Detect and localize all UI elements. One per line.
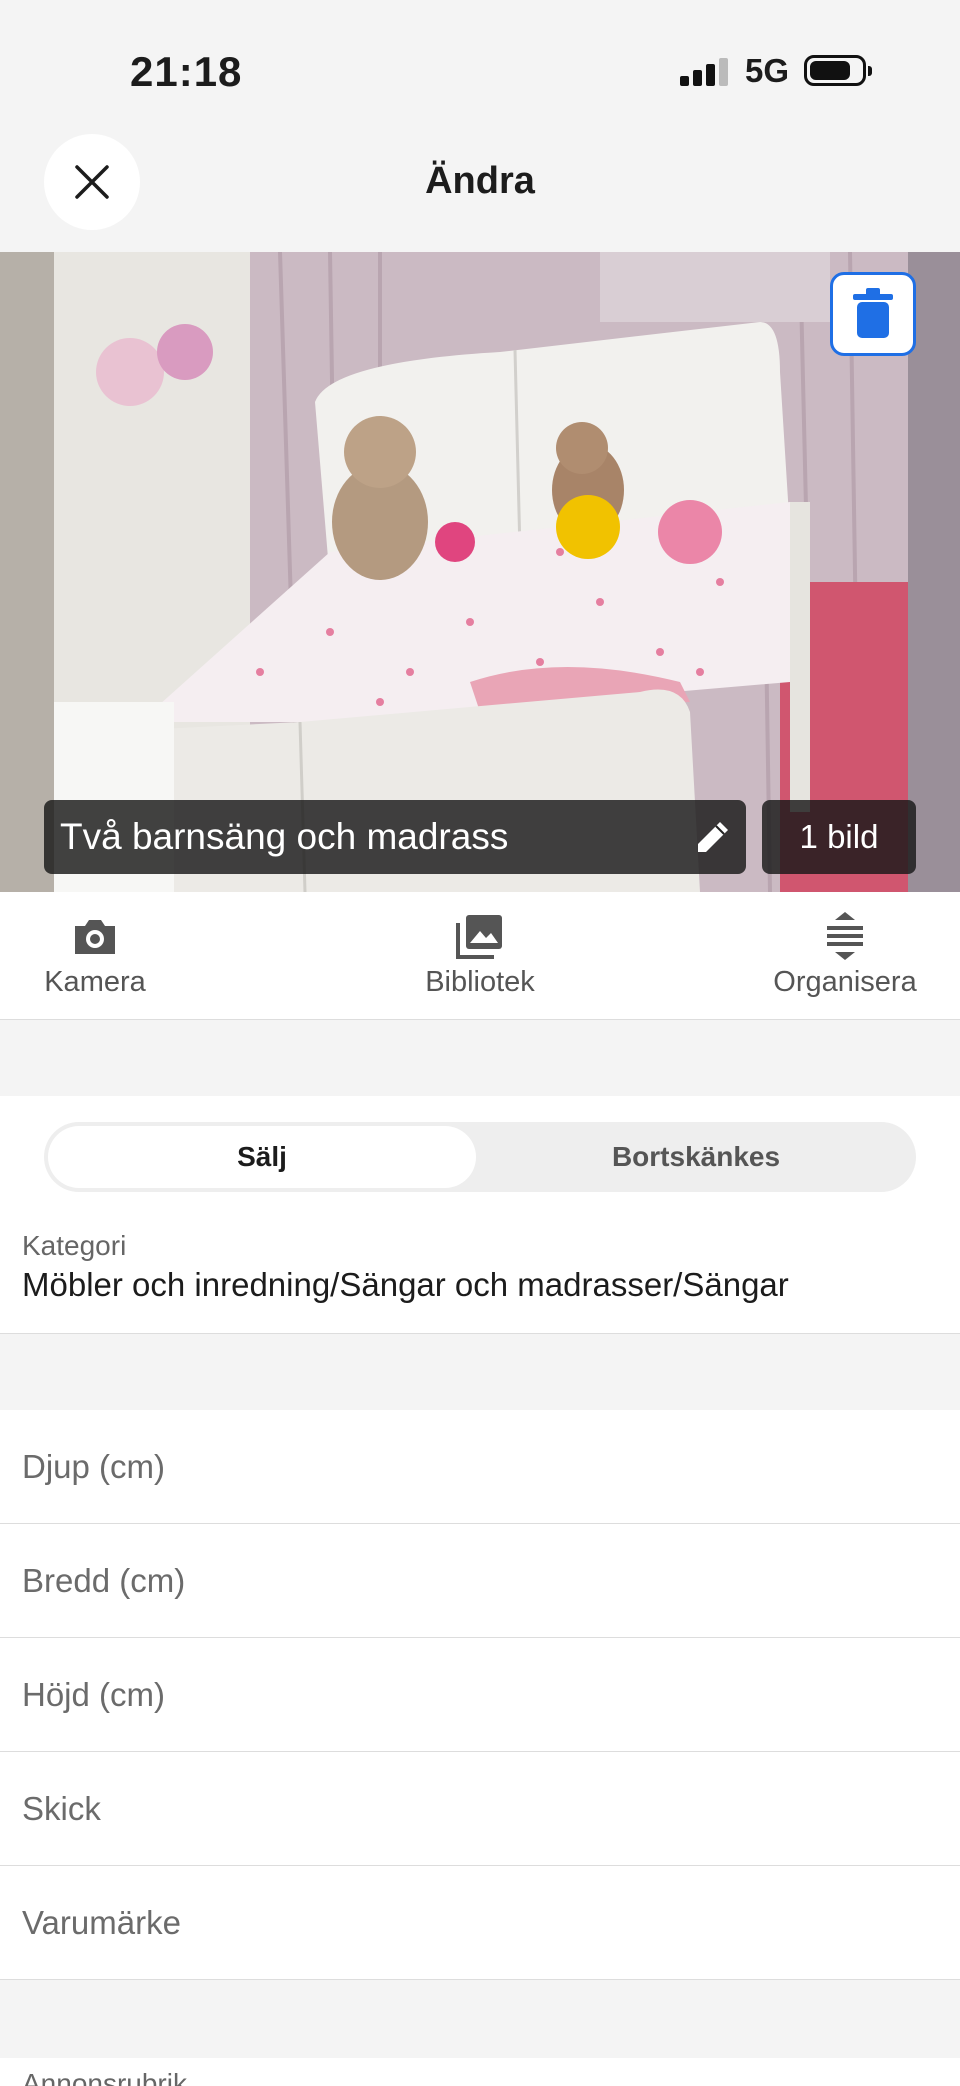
page-title: Ändra bbox=[425, 160, 535, 202]
brand-input[interactable] bbox=[22, 1866, 922, 1979]
battery-level bbox=[810, 61, 850, 80]
details-fields bbox=[0, 1410, 960, 1980]
delete-photo-button[interactable] bbox=[830, 272, 916, 356]
status-bar: 21:18 5G bbox=[0, 0, 960, 130]
depth-input[interactable] bbox=[22, 1410, 922, 1523]
pencil-icon[interactable] bbox=[694, 818, 732, 856]
signal-strength-icon bbox=[680, 56, 730, 86]
field-row bbox=[0, 1410, 960, 1524]
library-label: Bibliotek bbox=[425, 966, 535, 998]
field-row bbox=[0, 1866, 960, 1980]
field-row bbox=[0, 1524, 960, 1638]
camera-label: Kamera bbox=[44, 966, 146, 998]
height-input[interactable] bbox=[22, 1638, 922, 1751]
ad-title-label: Annonsrubrik bbox=[22, 2068, 187, 2086]
condition-input[interactable] bbox=[22, 1752, 922, 1865]
photo-count: 1 bild bbox=[799, 818, 879, 855]
reorder-icon bbox=[827, 912, 863, 960]
organize-label: Organisera bbox=[773, 966, 917, 998]
trash-icon bbox=[853, 288, 893, 338]
listing-type-section: Sälj Bortskänkes Kategori Möbler och inr… bbox=[0, 1096, 960, 1334]
status-time: 21:18 bbox=[130, 48, 243, 95]
network-type: 5G bbox=[745, 52, 790, 89]
library-button[interactable]: Bibliotek bbox=[418, 912, 542, 999]
bed-photo-image bbox=[0, 252, 960, 892]
width-input[interactable] bbox=[22, 1524, 922, 1637]
header: Ändra bbox=[0, 130, 960, 252]
listing-type-toggle: Sälj Bortskänkes bbox=[44, 1122, 916, 1192]
battery-icon bbox=[804, 55, 872, 86]
sell-option[interactable]: Sälj bbox=[48, 1126, 476, 1188]
category-value[interactable]: Möbler och inredning/Sängar och madrasse… bbox=[22, 1266, 789, 1304]
category-label: Kategori bbox=[22, 1230, 127, 1261]
photo-toolbar: Kamera Bibliotek Organisera bbox=[0, 892, 960, 1020]
field-row bbox=[0, 1752, 960, 1866]
field-row bbox=[0, 1638, 960, 1752]
photo-title-bar[interactable]: Två barnsäng och madrass bbox=[44, 800, 746, 874]
photo-count-badge: 1 bild bbox=[762, 800, 916, 874]
camera-icon bbox=[75, 920, 115, 954]
listing-photo[interactable]: Två barnsäng och madrass 1 bild bbox=[0, 252, 960, 892]
photo-library-icon bbox=[456, 915, 502, 959]
camera-button[interactable]: Kamera bbox=[40, 912, 150, 999]
listing-title: Två barnsäng och madrass bbox=[60, 816, 509, 857]
ad-title-section: Annonsrubrik bbox=[0, 2058, 960, 2086]
give-away-option[interactable]: Bortskänkes bbox=[480, 1126, 912, 1188]
organize-button[interactable]: Organisera bbox=[770, 912, 920, 999]
